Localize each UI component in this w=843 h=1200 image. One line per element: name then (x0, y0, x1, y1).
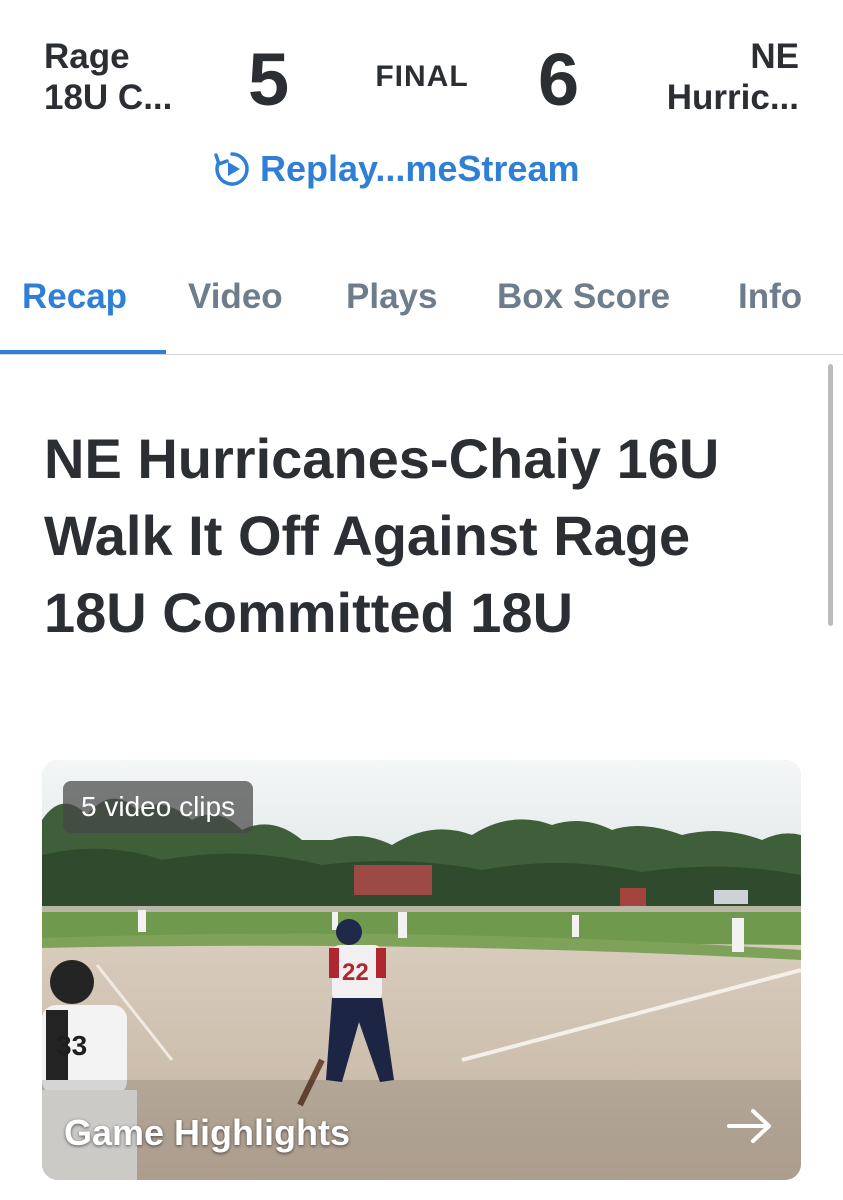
tab-recap[interactable]: Recap (22, 277, 127, 317)
away-score: 5 (248, 38, 290, 121)
game-status: FINAL (375, 60, 469, 93)
scrollbar[interactable] (828, 364, 833, 626)
video-highlights-card[interactable]: 22 33 5 video clips Game Highlights (42, 760, 801, 1180)
replay-link[interactable]: Replay...meStream (212, 146, 579, 192)
svg-text:22: 22 (342, 959, 369, 986)
tab-info[interactable]: Info (738, 277, 802, 317)
home-score: 6 (538, 38, 580, 121)
away-team-line1: Rage (44, 37, 130, 76)
arrow-right-icon[interactable] (725, 1106, 775, 1146)
active-tab-indicator (0, 350, 166, 354)
home-team-name[interactable]: NE Hurric... (609, 36, 799, 118)
home-team-line2: Hurric... (666, 78, 799, 117)
score-header: Rage 18U C... 5 FINAL 6 NE Hurric... Rep… (0, 0, 843, 200)
tab-plays[interactable]: Plays (346, 277, 437, 317)
video-card-title: Game Highlights (64, 1112, 351, 1153)
replay-icon (214, 152, 249, 186)
recap-headline: NE Hurricanes-Chaiy 16U Walk It Off Agai… (44, 427, 720, 644)
video-clips-badge: 5 video clips (63, 781, 254, 833)
home-team-line1: NE (750, 37, 799, 76)
away-team-name[interactable]: Rage 18U C... (44, 36, 214, 118)
replay-label: Replay...meStream (260, 148, 580, 189)
tab-bar: Recap Video Plays Box Score Info (0, 255, 843, 355)
tab-box-score[interactable]: Box Score (497, 277, 670, 317)
svg-text:33: 33 (56, 1030, 87, 1061)
away-team-line2: 18U C... (44, 78, 173, 117)
tab-video[interactable]: Video (188, 277, 283, 317)
